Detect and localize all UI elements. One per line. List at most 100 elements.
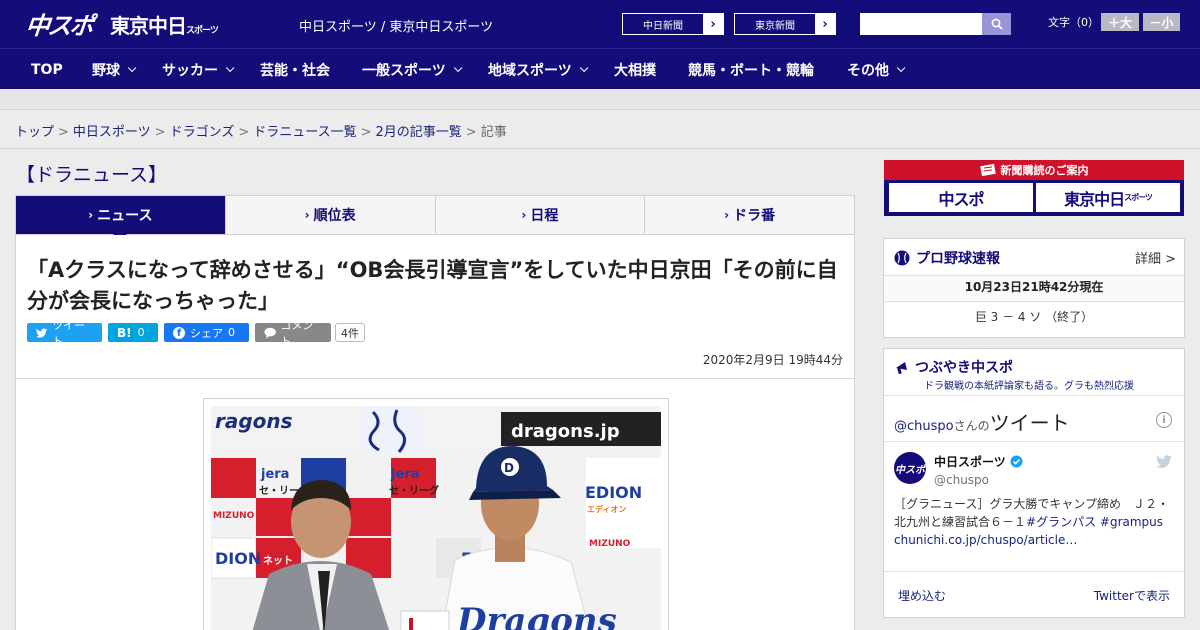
- megaphone-icon: [896, 362, 907, 375]
- chevron-down-icon: [225, 63, 235, 72]
- breadcrumb-link[interactable]: 2月の記事一覧: [376, 125, 462, 140]
- nav-local-sports[interactable]: 地域スポーツ: [488, 49, 589, 90]
- hashtag-link[interactable]: #grampus: [1100, 515, 1163, 529]
- news-tabs: › ニュース › 順位表 › 日程 › ドラ番: [15, 195, 855, 241]
- account-name[interactable]: 中日スポーツ: [934, 453, 1006, 470]
- breadcrumb-link[interactable]: ドラニュース一覧: [253, 125, 356, 140]
- chuspo-logo[interactable]: 中スポ: [24, 6, 94, 41]
- chuspo-subscribe-box[interactable]: 中スポ: [889, 183, 1033, 212]
- svg-text:ネット: ネット: [263, 555, 293, 567]
- hatena-bookmark-button[interactable]: B! 0: [108, 323, 158, 342]
- breadcrumb-separator: >: [154, 125, 166, 140]
- tokyo-chunichi-subscribe-box[interactable]: 東京中日 スポーツ: [1036, 183, 1180, 212]
- photo-illustration: ragons dragons.jp jera セ・リーグ jera セ・リーグ …: [211, 406, 661, 630]
- widget-subtitle: ドラ観戦の本紙評論家も語る。グラも熱烈応援: [924, 381, 1134, 392]
- tab-standings[interactable]: › 順位表: [224, 196, 435, 234]
- account-name-row: 中日スポーツ: [934, 453, 1023, 470]
- svg-text:D: D: [504, 461, 514, 475]
- twitter-bird-icon: [36, 328, 48, 338]
- tweet-label: ツイート: [52, 318, 86, 348]
- facebook-icon: f: [173, 326, 185, 339]
- svg-text:dragons.jp: dragons.jp: [511, 421, 620, 442]
- site-names: 中日スポーツ / 東京中日スポーツ: [299, 20, 494, 35]
- svg-text:Dragons: Dragons: [456, 601, 617, 630]
- breadcrumb-separator: >: [465, 125, 477, 140]
- breadcrumb-separator: >: [238, 125, 250, 140]
- svg-text:EDION: EDION: [585, 483, 642, 502]
- font-size-label: 文字（0）: [1048, 16, 1099, 29]
- tab-label: 順位表: [313, 208, 356, 224]
- font-smaller-button[interactable]: －小: [1143, 13, 1180, 31]
- svg-text:jera: jera: [390, 467, 419, 482]
- article-photo[interactable]: ragons dragons.jp jera セ・リーグ jera セ・リーグ …: [211, 406, 661, 630]
- svg-text:MIZUNO: MIZUNO: [213, 511, 255, 521]
- divider: [0, 148, 1200, 149]
- nav-baseball[interactable]: 野球: [92, 49, 137, 90]
- article-headline: 「Aクラスになって辞めさせる」“OB会長引導宣言”をしていた中日京田「その前に自…: [27, 258, 838, 313]
- chevron-right-icon: ›: [304, 208, 310, 222]
- breadcrumb-link[interactable]: トップ: [15, 125, 54, 140]
- nav-sumo[interactable]: 大相撲: [614, 49, 656, 90]
- view-on-twitter-link[interactable]: Twitterで表示: [1094, 587, 1170, 604]
- nav-label: 一般スポーツ: [362, 62, 446, 79]
- tweet-link[interactable]: chunichi.co.jp/chuspo/article…: [894, 533, 1077, 547]
- tab-news[interactable]: › ニュース: [16, 196, 225, 241]
- facebook-share-count: 0: [228, 326, 235, 339]
- tab-label: ドラ番: [733, 208, 776, 224]
- article: 「Aクラスになって辞めさせる」“OB会長引導宣言”をしていた中日京田「その前に自…: [15, 235, 855, 630]
- score-updated-time: 10月23日21時42分現在: [884, 275, 1184, 299]
- svg-text:DION: DION: [215, 549, 261, 568]
- speech-bubble-icon: [264, 327, 276, 338]
- tab-schedule[interactable]: › 日程: [434, 196, 645, 234]
- account-handle[interactable]: @chuspo: [934, 473, 989, 487]
- search-input[interactable]: [860, 13, 982, 35]
- tokyo-chunichi-logo[interactable]: 東京中日スポーツ: [110, 10, 219, 39]
- avatar[interactable]: 中スポ: [894, 452, 926, 484]
- nav-label: 芸能・社会: [260, 62, 330, 79]
- nav-other[interactable]: その他: [847, 49, 906, 90]
- timeline-handle[interactable]: @chuspo: [894, 419, 954, 434]
- tweet-button[interactable]: ツイート: [27, 319, 102, 348]
- comment-button[interactable]: コメント: [255, 319, 331, 348]
- box-text: 東京中日: [1064, 189, 1125, 209]
- nav-top[interactable]: TOP: [31, 49, 63, 90]
- nav-entertainment[interactable]: 芸能・社会: [260, 49, 330, 90]
- widget-title: プロ野球速報: [916, 251, 1000, 267]
- nav-soccer[interactable]: サッカー: [162, 49, 235, 90]
- comment-count-badge: 4件: [335, 323, 365, 342]
- search-button[interactable]: [982, 13, 1011, 35]
- paper-label: 東京新聞: [735, 14, 815, 34]
- main-nav: TOP 野球 サッカー 芸能・社会 一般スポーツ 地域スポーツ 大相撲 競馬・ボ…: [0, 48, 1200, 89]
- subscription-title-text: 新聞購読のご案内: [1000, 164, 1089, 177]
- breadcrumb-link[interactable]: ドラゴンズ: [170, 125, 235, 140]
- tab-beat-reporter[interactable]: › ドラ番: [644, 196, 854, 234]
- nav-racing[interactable]: 競馬・ボート・競輪: [688, 49, 814, 90]
- chevron-down-icon: [896, 63, 906, 72]
- chevron-right-icon: ›: [815, 14, 835, 34]
- section-title: 【ドラニュース】: [16, 164, 168, 186]
- game-score[interactable]: 巨 3 － 4 ソ （終了）: [884, 301, 1184, 337]
- logo-small-text: スポーツ: [186, 26, 219, 36]
- comment-label: コメント: [280, 318, 314, 348]
- embed-link[interactable]: 埋め込む: [898, 587, 946, 604]
- nav-label: サッカー: [162, 62, 218, 79]
- twitter-bird-icon[interactable]: [1156, 455, 1172, 468]
- divider: [884, 441, 1184, 442]
- tokyo-shimbun-link[interactable]: 東京新聞 ›: [734, 13, 836, 35]
- font-larger-button[interactable]: ＋大: [1101, 13, 1139, 31]
- nav-general-sports[interactable]: 一般スポーツ: [362, 49, 463, 90]
- facebook-share-button[interactable]: f シェア 0: [164, 323, 249, 342]
- share-buttons: ツイート B! 0 f シェア 0 コメント 4件: [27, 319, 365, 348]
- svg-text:ragons: ragons: [215, 409, 293, 433]
- chevron-down-icon: [579, 63, 589, 72]
- timeline-title: ツイート: [989, 411, 1070, 435]
- hashtag-link[interactable]: #グランパス: [1026, 515, 1096, 529]
- widget-header: プロ野球速報: [894, 248, 1000, 268]
- breadcrumb-link[interactable]: 中日スポーツ: [73, 125, 151, 140]
- chunichi-shimbun-link[interactable]: 中日新聞 ›: [622, 13, 724, 35]
- score-detail-link[interactable]: 詳細 >: [1135, 248, 1176, 267]
- info-icon[interactable]: i: [1156, 412, 1172, 428]
- chevron-right-icon: ›: [88, 208, 94, 222]
- newspaper-icon: [979, 164, 996, 176]
- hatena-icon: B!: [117, 325, 132, 340]
